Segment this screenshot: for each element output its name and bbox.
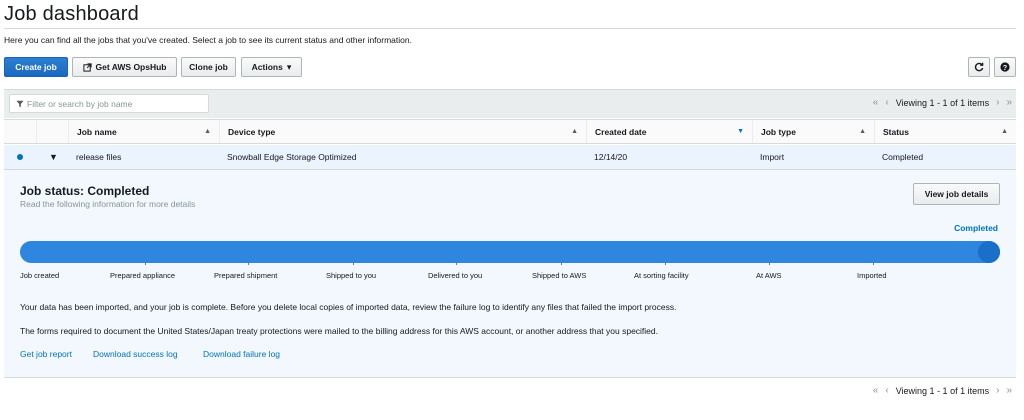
column-created-date[interactable]: Created date ▼	[586, 120, 752, 143]
sort-descending-icon: ▼	[737, 128, 744, 135]
progress-step: At AWS	[756, 271, 782, 280]
prev-page-icon[interactable]: ‹	[885, 385, 888, 396]
get-opshub-label: Get AWS OpsHub	[95, 62, 167, 72]
job-status-subtitle: Read the following information for more …	[20, 199, 196, 209]
pagination-top: « ‹ Viewing 1 - 1 of 1 items › »	[873, 97, 1012, 108]
pagination-text: Viewing 1 - 1 of 1 items	[895, 385, 990, 396]
column-label: Job type	[761, 126, 796, 137]
cell-created-date: 12/14/20	[594, 152, 628, 162]
sort-ascending-icon: ▲	[859, 128, 866, 135]
progress-tick	[456, 260, 457, 265]
row-radio[interactable]	[17, 145, 23, 169]
cell-job-type: Import	[760, 152, 785, 162]
job-detail-panel: Job status: Completed Read the following…	[4, 170, 1016, 378]
import-complete-message: Your data has been imported, and your jo…	[20, 302, 677, 312]
progress-status-label: Completed	[954, 223, 998, 233]
create-job-button[interactable]: Create job	[4, 57, 68, 77]
clone-job-button[interactable]: Clone job	[181, 57, 236, 77]
progress-end-marker	[978, 241, 1000, 263]
filter-input[interactable]	[27, 98, 197, 109]
progress-tick	[665, 260, 666, 265]
next-page-icon[interactable]: ›	[996, 385, 999, 396]
progress-tick	[561, 260, 562, 265]
help-icon: ?	[1000, 62, 1010, 72]
first-page-icon[interactable]: «	[873, 97, 879, 108]
column-device-type[interactable]: Device type ▲	[219, 120, 586, 143]
title-divider	[4, 28, 1016, 29]
progress-tick	[353, 260, 354, 265]
view-job-details-label: View job details	[924, 189, 989, 199]
progress-tick	[873, 260, 874, 265]
refresh-button[interactable]	[968, 57, 990, 77]
column-status[interactable]: Status ▲	[874, 120, 1016, 143]
actions-dropdown[interactable]: Actions ▾	[241, 57, 302, 77]
progress-tick	[248, 260, 249, 265]
svg-text:?: ?	[1003, 65, 1007, 72]
get-job-report-link[interactable]: Get job report	[20, 349, 72, 359]
last-page-icon[interactable]: »	[1006, 385, 1012, 396]
table-row[interactable]: ▼ release files Snowball Edge Storage Op…	[4, 145, 1016, 170]
column-label: Status	[883, 126, 909, 137]
radio-selected-icon	[17, 154, 23, 160]
progress-tick	[145, 260, 146, 265]
progress-tick	[769, 260, 770, 265]
progress-step: Shipped to AWS	[532, 271, 587, 280]
column-job-type[interactable]: Job type ▲	[752, 120, 874, 143]
sort-ascending-icon: ▲	[204, 128, 211, 135]
external-link-icon	[82, 62, 92, 72]
help-button[interactable]: ?	[994, 57, 1016, 77]
pagination-text: Viewing 1 - 1 of 1 items	[895, 97, 990, 108]
progress-step: At sorting facility	[634, 271, 689, 280]
cell-device-type: Snowball Edge Storage Optimized	[227, 152, 357, 162]
next-page-icon[interactable]: ›	[996, 97, 999, 108]
column-job-name[interactable]: Job name ▲	[68, 120, 219, 143]
filter-icon	[16, 100, 24, 107]
chevron-down-icon: ▾	[286, 61, 292, 72]
prev-page-icon[interactable]: ‹	[885, 97, 888, 108]
row-expand-toggle[interactable]: ▼	[49, 145, 58, 169]
progress-step: Shipped to you	[326, 271, 377, 280]
progress-step: Imported	[857, 271, 887, 280]
column-label: Job name	[77, 126, 117, 137]
page-description: Here you can find all the jobs that you'…	[4, 35, 412, 45]
column-label: Created date	[595, 126, 647, 137]
sort-ascending-icon: ▲	[571, 128, 578, 135]
progress-step: Prepared shipment	[214, 271, 278, 280]
progress-step: Delivered to you	[428, 271, 483, 280]
last-page-icon[interactable]: »	[1006, 97, 1012, 108]
page-title: Job dashboard	[4, 3, 139, 25]
refresh-icon	[974, 62, 984, 72]
progress-track	[20, 241, 1000, 263]
table-header: Job name ▲ Device type ▲ Created date ▼ …	[4, 119, 1016, 144]
sort-ascending-icon: ▲	[1001, 128, 1008, 135]
progress-step: Job created	[20, 271, 60, 280]
first-page-icon[interactable]: «	[873, 385, 879, 396]
get-opshub-button[interactable]: Get AWS OpsHub	[72, 57, 177, 77]
cell-status: Completed	[882, 152, 924, 162]
pagination-bottom: « ‹ Viewing 1 - 1 of 1 items › »	[873, 385, 1012, 396]
column-label: Device type	[228, 126, 276, 137]
select-column-header	[4, 120, 36, 143]
job-status-title: Job status: Completed	[20, 184, 150, 198]
create-job-label: Create job	[15, 62, 57, 72]
clone-job-label: Clone job	[189, 62, 228, 72]
download-success-log-link[interactable]: Download success log	[93, 349, 178, 359]
treaty-forms-message: The forms required to document the Unite…	[20, 326, 658, 336]
expand-column-header	[36, 120, 68, 143]
progress-step: Prepared appliance	[110, 271, 176, 280]
cell-job-name: release files	[76, 152, 122, 162]
filter-box[interactable]	[9, 94, 209, 113]
caret-down-icon: ▼	[49, 152, 58, 162]
view-job-details-button[interactable]: View job details	[913, 183, 1000, 205]
download-failure-log-link[interactable]: Download failure log	[203, 349, 280, 359]
actions-label: Actions	[251, 62, 283, 72]
